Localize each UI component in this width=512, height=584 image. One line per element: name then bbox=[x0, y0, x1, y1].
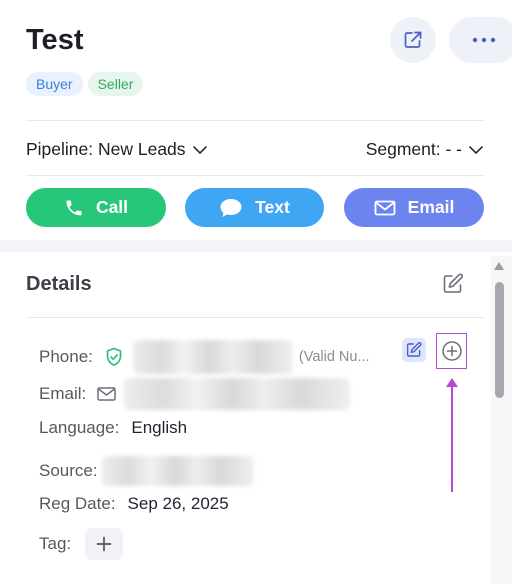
phone-icon bbox=[66, 200, 82, 215]
segment-dropdown[interactable]: Segment: - - bbox=[366, 139, 484, 160]
tag-buyer[interactable]: Buyer bbox=[26, 72, 83, 96]
language-label: Language: bbox=[39, 418, 120, 437]
chevron-down-icon bbox=[469, 145, 483, 154]
edit-details-button[interactable] bbox=[441, 272, 465, 296]
reg-date-label: Reg Date: bbox=[39, 494, 116, 513]
reg-date-row: Reg Date: Sep 26, 2025 bbox=[39, 494, 229, 514]
shield-check-icon bbox=[106, 347, 122, 366]
more-options-button[interactable] bbox=[449, 17, 512, 63]
share-icon bbox=[404, 31, 422, 48]
mail-icon bbox=[97, 387, 116, 401]
segment-label: Segment: - - bbox=[365, 139, 462, 159]
tag-row: Tag: bbox=[39, 528, 124, 560]
reg-date-value: Sep 26, 2025 bbox=[127, 494, 229, 513]
divider bbox=[26, 317, 484, 318]
source-value-redacted bbox=[101, 456, 254, 486]
email-row: Email: bbox=[39, 378, 351, 410]
mail-icon bbox=[374, 200, 396, 215]
chevron-down-icon bbox=[192, 145, 207, 154]
language-value: English bbox=[131, 418, 188, 437]
contact-detail-panel: Test Buyer Seller Pipeline: New Leads Se… bbox=[0, 0, 512, 584]
pipeline-dropdown[interactable]: Pipeline: New Leads bbox=[26, 139, 208, 160]
language-row: Language: English bbox=[39, 418, 187, 438]
annotation-arrow-line bbox=[451, 386, 453, 492]
call-label: Call bbox=[95, 197, 129, 217]
contact-name: Test bbox=[26, 24, 84, 56]
text-label: Text bbox=[255, 197, 290, 217]
add-tag-button[interactable] bbox=[85, 528, 124, 560]
tag-label: Tag: bbox=[39, 534, 72, 553]
edit-icon bbox=[406, 341, 422, 357]
share-button[interactable] bbox=[390, 17, 436, 63]
edit-icon bbox=[443, 273, 463, 293]
divider bbox=[26, 175, 484, 176]
section-separator bbox=[0, 240, 512, 252]
scrollbar-thumb[interactable] bbox=[495, 282, 504, 398]
email-label: Email bbox=[407, 197, 455, 217]
text-button[interactable]: Text bbox=[185, 188, 324, 227]
contact-tags: Buyer Seller bbox=[26, 72, 144, 96]
email-label-text: Email: bbox=[39, 384, 87, 403]
phone-validation-hint: (Valid Nu... bbox=[298, 349, 370, 365]
edit-phone-button[interactable] bbox=[402, 338, 426, 362]
tag-seller[interactable]: Seller bbox=[87, 72, 144, 96]
source-label: Source: bbox=[39, 461, 98, 480]
scroll-up-arrow-icon[interactable] bbox=[494, 262, 504, 270]
phone-row: Phone: (Valid Nu... bbox=[39, 340, 370, 374]
plus-icon bbox=[96, 536, 112, 552]
details-heading: Details bbox=[26, 273, 92, 295]
chat-bubble-icon bbox=[220, 198, 242, 217]
email-button[interactable]: Email bbox=[344, 188, 484, 227]
email-value-redacted bbox=[124, 378, 351, 410]
plus-circle-icon bbox=[441, 341, 462, 361]
add-phone-button[interactable] bbox=[436, 333, 467, 369]
phone-label: Phone: bbox=[39, 347, 93, 366]
pipeline-label: Pipeline: New Leads bbox=[26, 139, 186, 159]
more-dots-icon bbox=[472, 37, 496, 43]
phone-value-redacted bbox=[132, 340, 293, 374]
call-button[interactable]: Call bbox=[26, 188, 166, 227]
source-row: Source: bbox=[39, 456, 254, 486]
divider bbox=[26, 120, 484, 121]
